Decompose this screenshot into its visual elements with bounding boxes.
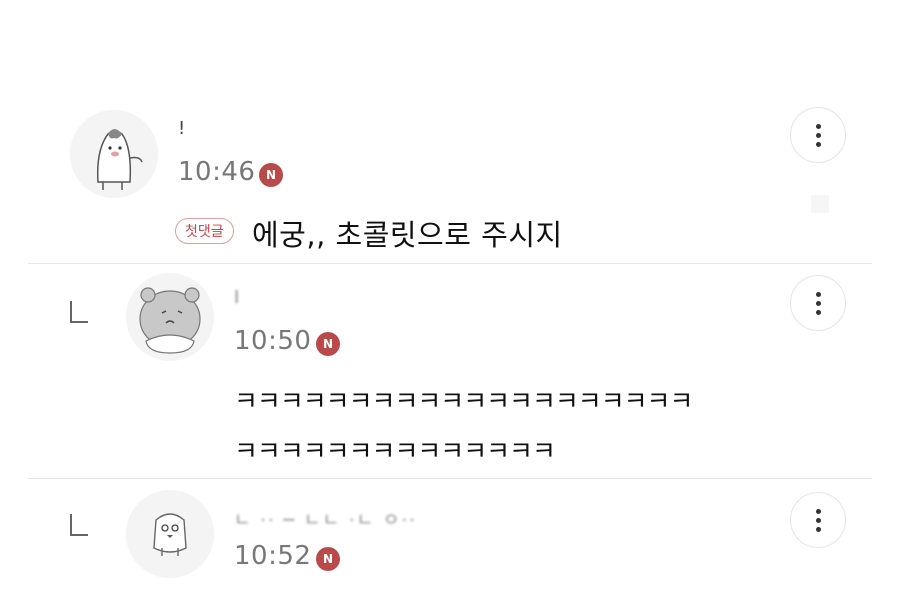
first-comment-badge: 첫댓글 xyxy=(175,218,234,244)
more-vertical-icon xyxy=(815,508,821,532)
comment-author[interactable]: I xyxy=(234,287,241,308)
new-badge-icon: N xyxy=(316,547,340,571)
comment-time: 10:52 xyxy=(234,541,312,571)
more-options-button[interactable] xyxy=(790,275,846,331)
chick-character-icon xyxy=(126,490,214,578)
more-options-button[interactable] xyxy=(790,492,846,548)
avatar[interactable] xyxy=(70,110,158,198)
penguin-character-icon xyxy=(70,110,158,198)
more-vertical-icon xyxy=(815,291,821,315)
comment-time: 10:50 xyxy=(234,326,312,356)
new-badge-icon: N xyxy=(316,332,340,356)
reply-comment-item: ㄴ ·· ─ ㄴㄴ ·ㄴ ㅇ·· 10:52 N xyxy=(0,478,900,600)
decorative-block xyxy=(811,195,829,213)
comment-time: 10:46 xyxy=(178,157,256,187)
comment-item: ! 10:46 N 첫댓글 에궁,, 초콜릿으로 주시지 xyxy=(0,0,900,262)
comment-text-line: ㅋㅋㅋㅋㅋㅋㅋㅋㅋㅋㅋㅋㅋㅋ xyxy=(234,437,556,467)
new-badge-icon: N xyxy=(259,163,283,187)
comment-text-line: ㅋㅋㅋㅋㅋㅋㅋㅋㅋㅋㅋㅋㅋㅋㅋㅋㅋㅋㅋㅋ xyxy=(234,387,693,417)
comment-author[interactable]: ! xyxy=(178,118,187,139)
more-options-button[interactable] xyxy=(790,107,846,163)
comment-text: 에궁,, 초콜릿으로 주시지 xyxy=(252,218,563,252)
more-vertical-icon xyxy=(815,123,821,147)
hamster-character-icon xyxy=(126,273,214,361)
comment-author[interactable]: ㄴ ·· ─ ㄴㄴ ·ㄴ ㅇ·· xyxy=(234,506,417,532)
reply-comment-item: I 10:50 N ㅋㅋㅋㅋㅋㅋㅋㅋㅋㅋㅋㅋㅋㅋㅋㅋㅋㅋㅋㅋ ㅋㅋㅋㅋㅋㅋㅋㅋㅋ… xyxy=(0,263,900,478)
reply-arrow-icon xyxy=(70,514,88,536)
avatar[interactable] xyxy=(126,490,214,578)
reply-arrow-icon xyxy=(70,301,88,323)
avatar[interactable] xyxy=(126,273,214,361)
